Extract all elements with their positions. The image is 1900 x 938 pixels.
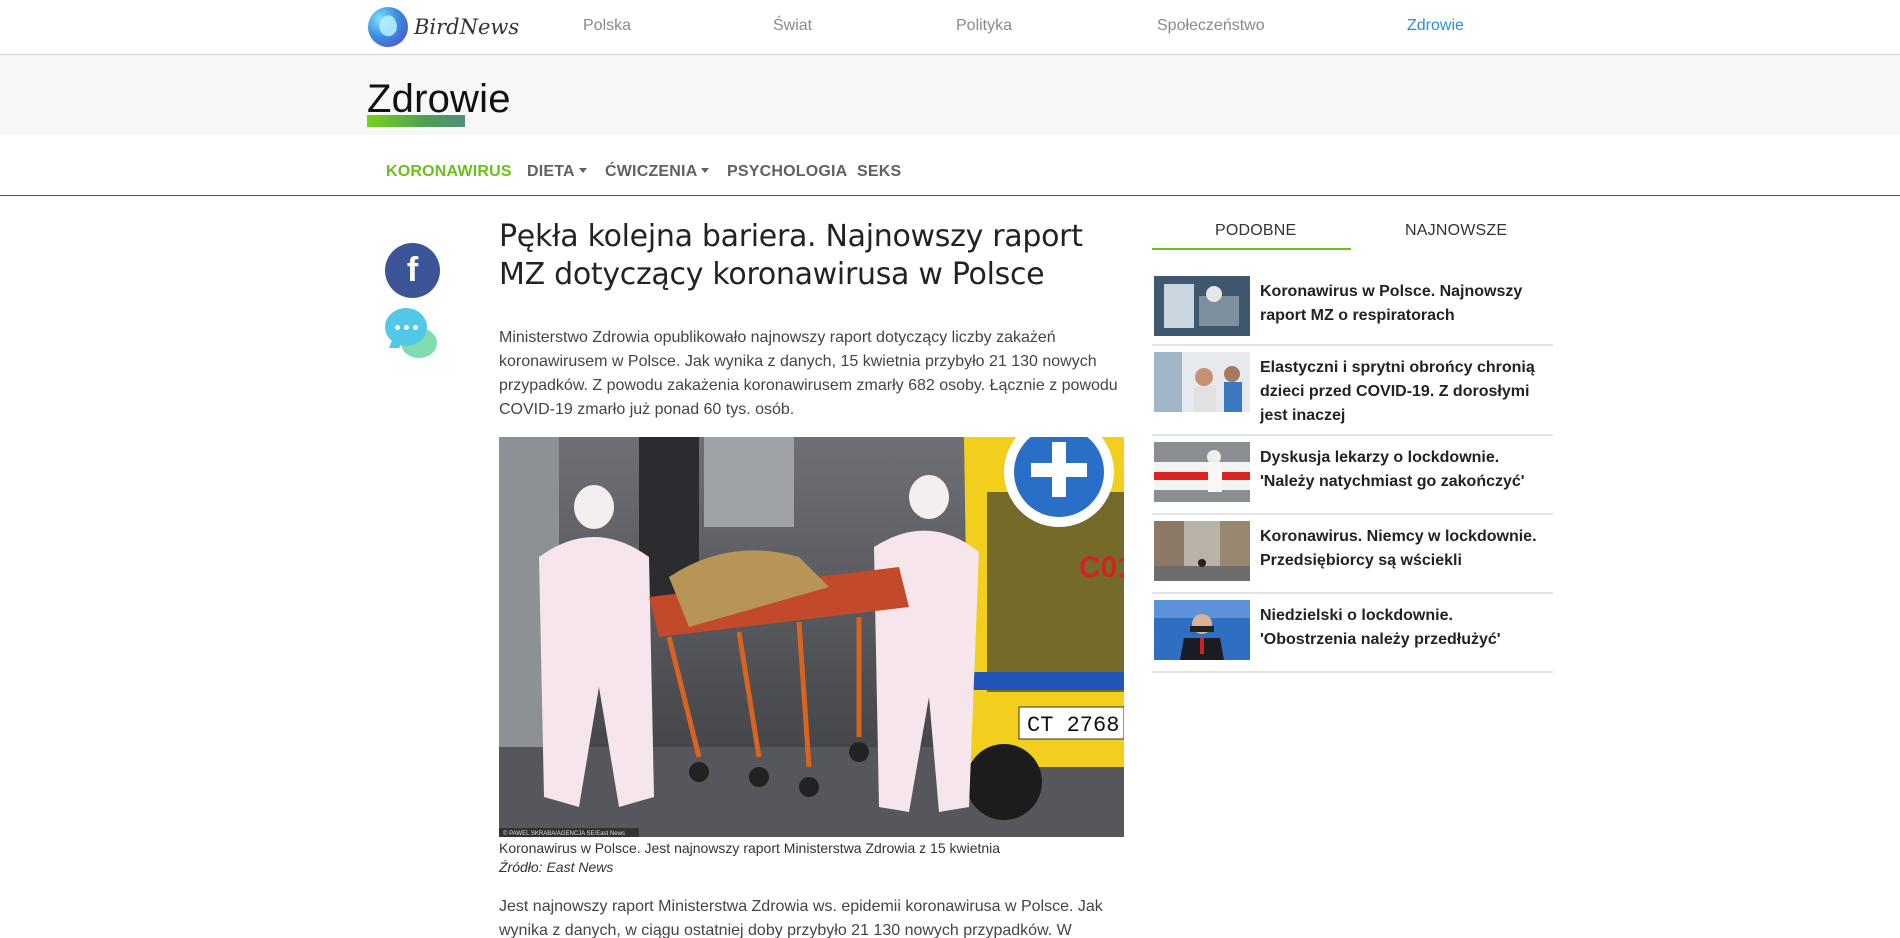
related-title[interactable]: Koronawirus w Polsce. Najnowszy raport M… bbox=[1260, 276, 1550, 328]
bird-logo-icon bbox=[368, 7, 408, 47]
nav-link-polska[interactable]: Polska bbox=[583, 17, 631, 35]
facebook-icon: f bbox=[406, 251, 419, 289]
subnav-label: SEKS bbox=[857, 163, 902, 180]
photo-credit: © PAWEL SKRABA/AGENCJA SE/East News bbox=[503, 830, 625, 837]
related-article[interactable]: Niedzielski o lockdownie. 'Obostrzenia n… bbox=[1152, 594, 1553, 673]
nav-link-polityka[interactable]: Polityka bbox=[956, 17, 1012, 35]
active-tab-indicator bbox=[1152, 248, 1351, 250]
caret-down-icon bbox=[701, 168, 710, 173]
related-article[interactable]: Dyskusja lekarzy o lockdownie. 'Należy n… bbox=[1152, 436, 1553, 515]
subnav-label: KORONAWIRUS bbox=[386, 163, 512, 180]
category-title: Zdrowie bbox=[367, 77, 511, 121]
messenger-share-button[interactable] bbox=[385, 308, 441, 364]
related-article[interactable]: Elastyczni i sprytni obrońcy chronią dzi… bbox=[1152, 346, 1553, 436]
subnav-dieta[interactable]: DIETA bbox=[527, 163, 587, 181]
subnav-koronawirus[interactable]: KORONAWIRUS bbox=[386, 163, 512, 181]
subnav-cwiczenia[interactable]: ĆWICZENIA bbox=[605, 163, 710, 181]
brand-logo[interactable]: BirdNews bbox=[368, 7, 519, 47]
nav-link-spoleczenstwo[interactable]: Społeczeństwo bbox=[1157, 17, 1265, 35]
subnav-psychologia[interactable]: PSYCHOLOGIA bbox=[727, 163, 847, 181]
category-header: Zdrowie bbox=[0, 55, 1900, 135]
related-article[interactable]: Koronawirus. Niemcy w lockdownie. Przeds… bbox=[1152, 515, 1553, 594]
license-plate-text: CT 2768 bbox=[1027, 713, 1119, 738]
related-title[interactable]: Niedzielski o lockdownie. 'Obostrzenia n… bbox=[1260, 600, 1550, 652]
top-navbar: BirdNews Polska Świat Polityka Społeczeń… bbox=[0, 0, 1900, 55]
related-article[interactable]: Koronawirus w Polsce. Najnowszy raport M… bbox=[1152, 270, 1553, 346]
nav-link-swiat[interactable]: Świat bbox=[773, 17, 812, 35]
facebook-share-button[interactable]: f bbox=[385, 243, 440, 298]
article-title: Pękła kolejna bariera. Najnowszy raport … bbox=[499, 219, 1083, 292]
related-thumbnail[interactable] bbox=[1154, 352, 1250, 412]
nav-link-zdrowie[interactable]: Zdrowie bbox=[1407, 17, 1464, 35]
chat-bubbles-icon bbox=[385, 308, 427, 346]
subnav-label: PSYCHOLOGIA bbox=[727, 163, 848, 180]
ambulance-text: C01 bbox=[1079, 551, 1124, 584]
article-hero-image: C01 CT 2768 © PAWEL SKRABA/AGENCJA SE/Ea… bbox=[499, 437, 1124, 837]
image-source: Źródło: East News bbox=[499, 859, 614, 875]
article-body: Jest najnowszy raport Ministerstwa Zdrow… bbox=[499, 898, 1103, 938]
subnav-label: DIETA bbox=[527, 163, 575, 180]
related-title[interactable]: Dyskusja lekarzy o lockdownie. 'Należy n… bbox=[1260, 442, 1550, 494]
caret-down-icon bbox=[578, 168, 587, 173]
brand-name: BirdNews bbox=[414, 15, 520, 39]
tab-najnowsze[interactable]: NAJNOWSZE bbox=[1405, 222, 1507, 240]
tab-podobne[interactable]: PODOBNE bbox=[1215, 222, 1296, 240]
category-subnav: KORONAWIRUS DIETA ĆWICZENIA PSYCHOLOGIA … bbox=[0, 135, 1900, 196]
article-lead: Ministerstwo Zdrowia opublikowało najnow… bbox=[499, 329, 1118, 418]
related-thumbnail[interactable] bbox=[1154, 442, 1250, 502]
related-title[interactable]: Koronawirus. Niemcy w lockdownie. Przeds… bbox=[1260, 521, 1550, 573]
subnav-seks[interactable]: SEKS bbox=[857, 163, 901, 181]
related-thumbnail[interactable] bbox=[1154, 276, 1250, 336]
subnav-label: ĆWICZENIA bbox=[605, 163, 698, 180]
image-caption: Koronawirus w Polsce. Jest najnowszy rap… bbox=[499, 840, 1001, 856]
related-title[interactable]: Elastyczni i sprytni obrońcy chronią dzi… bbox=[1260, 352, 1550, 428]
related-thumbnail[interactable] bbox=[1154, 521, 1250, 581]
related-thumbnail[interactable] bbox=[1154, 600, 1250, 660]
related-articles-list: Koronawirus w Polsce. Najnowszy raport M… bbox=[1152, 270, 1553, 673]
